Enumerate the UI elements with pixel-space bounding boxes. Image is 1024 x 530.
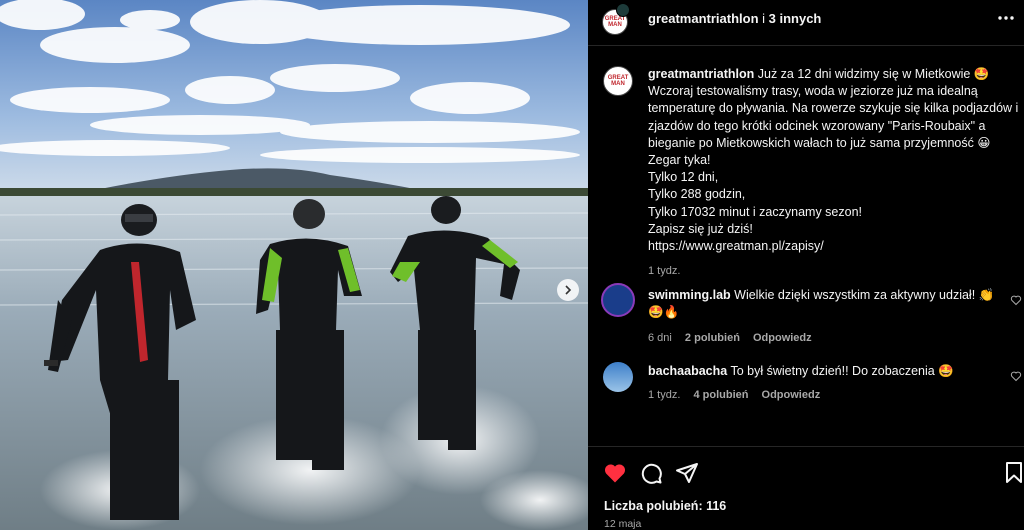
- likes-count[interactable]: Liczba polubień: 116: [604, 499, 726, 513]
- caption-line: Tylko 17032 minut i zaczynamy sezon!: [648, 204, 862, 219]
- comment-heart-icon[interactable]: [1010, 294, 1022, 306]
- caption-line: bieganie po Mietkowskich wałach to już s…: [648, 135, 991, 150]
- comment-avatar[interactable]: [603, 362, 633, 392]
- comment-time: 6 dni: [648, 332, 672, 345]
- avatar-logo-text: GREAT MAN: [604, 16, 626, 28]
- caption-line: Wczoraj testowaliśmy trasy, woda w jezio…: [648, 84, 978, 99]
- comment-text: To był świetny dzień!! Do zobaczenia 🤩: [730, 364, 954, 378]
- chevron-right-icon: [565, 285, 572, 295]
- header-authors[interactable]: greatmantriathlon i 3 innych: [648, 11, 821, 26]
- post-photo[interactable]: [0, 0, 588, 530]
- comment-reply-button[interactable]: Odpowiedz: [762, 389, 821, 401]
- more-horizontal-icon[interactable]: [996, 8, 1016, 28]
- post-header: GREAT MAN greatmantriathlon i 3 innych: [588, 0, 1024, 46]
- caption-username[interactable]: greatmantriathlon: [648, 67, 754, 81]
- comment-text: Wielkie dzięki wszystkim za aktywny udzi…: [734, 288, 995, 302]
- send-icon[interactable]: [675, 461, 699, 485]
- comment-username[interactable]: swimming.lab: [648, 288, 731, 302]
- post-date: 12 maja: [604, 518, 642, 530]
- comment-time: 1 tydz.: [648, 389, 681, 402]
- heart-icon[interactable]: [603, 461, 627, 485]
- comment-heart-icon[interactable]: [1010, 370, 1022, 382]
- caption-line: Zegar tyka!: [648, 153, 711, 168]
- next-photo-button[interactable]: [557, 279, 579, 301]
- post-caption: greatmantriathlon Już za 12 dni widzimy …: [648, 66, 1020, 280]
- post-photo-image: [0, 0, 588, 530]
- comment-avatar[interactable]: [601, 283, 635, 317]
- caption-avatar-logo-text: GREAT MAN: [607, 75, 629, 87]
- caption-line: zjazdów do tego krótki odcinek wzorowany…: [648, 118, 986, 133]
- bookmark-icon[interactable]: [1004, 461, 1024, 485]
- header-username[interactable]: greatmantriathlon: [648, 11, 759, 26]
- comment-likes[interactable]: 4 polubień: [693, 389, 748, 401]
- caption-avatar[interactable]: GREAT MAN: [603, 66, 633, 96]
- coauthor-avatar[interactable]: [616, 3, 630, 17]
- comment-likes[interactable]: 2 polubień: [685, 332, 740, 344]
- caption-line: Już za 12 dni widzimy się w Mietkowie 🤩: [757, 67, 990, 81]
- caption-line: Zapisz się już dziś!: [648, 221, 753, 236]
- caption-time: 1 tydz.: [648, 265, 681, 278]
- post-actions: Liczba polubień: 116 12 maja: [588, 446, 1024, 530]
- post-side-panel: GREAT MAN greatmantriathlon i 3 innych G…: [588, 0, 1024, 530]
- comment-username[interactable]: bachaabacha: [648, 364, 727, 378]
- caption-link[interactable]: https://www.greatman.pl/zapisy/: [648, 238, 1020, 255]
- header-coauthors[interactable]: 3 innych: [769, 11, 822, 26]
- comment-item: swimming.lab Wielkie dzięki wszystkim za…: [648, 287, 1006, 348]
- comment-text-continued: 🤩🔥: [648, 305, 680, 320]
- comment-reply-button[interactable]: Odpowiedz: [753, 332, 812, 344]
- caption-line: Tylko 12 dni,: [648, 170, 719, 185]
- comment-item: bachaabacha To był świetny dzień!! Do zo…: [648, 363, 1006, 404]
- caption-line: temperaturę do pływania. Na rowerze szyk…: [648, 101, 1019, 116]
- header-separator: i: [758, 11, 769, 26]
- caption-line: Tylko 288 godzin,: [648, 187, 746, 202]
- comment-icon[interactable]: [639, 461, 663, 485]
